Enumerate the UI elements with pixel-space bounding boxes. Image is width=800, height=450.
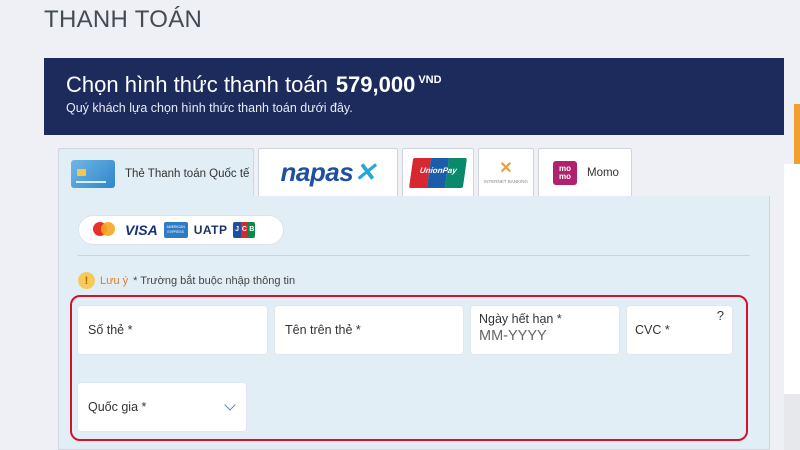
expiry-input[interactable]: [479, 328, 609, 344]
help-icon[interactable]: ?: [717, 308, 724, 323]
expiry-label: Ngày hết hạn *: [479, 312, 562, 326]
internet-banking-logo: ✕ INTERNET BANKING: [484, 160, 528, 185]
unionpay-logo: UnionPay: [408, 157, 468, 188]
side-accent-bar: [794, 104, 800, 164]
tab-international-card-label: Thẻ Thanh toán Quốc tế: [125, 167, 250, 180]
tab-internet-banking[interactable]: ✕ INTERNET BANKING: [478, 148, 534, 196]
amex-logo: AMERICAN EXPRESS: [163, 222, 188, 238]
payment-currency: VND: [418, 74, 442, 86]
cvc-placeholder: CVC *: [635, 323, 670, 337]
payment-header-banner: Chọn hình thức thanh toán 579,000 VND Qu…: [44, 58, 784, 135]
warning-icon: !: [78, 272, 95, 289]
tab-unionpay[interactable]: UnionPay: [402, 148, 474, 196]
banner-subtitle: Quý khách lựa chọn hình thức thanh toán …: [66, 101, 353, 115]
card-name-placeholder: Tên trên thẻ *: [285, 323, 361, 337]
uatp-logo: UATP: [193, 223, 228, 237]
note-label: Lưu ý: [100, 274, 129, 287]
page-title: THANH TOÁN: [44, 6, 203, 33]
expiry-date-field[interactable]: Ngày hết hạn *: [471, 306, 619, 354]
card-name-field[interactable]: Tên trên thẻ *: [275, 306, 463, 354]
tab-international-card[interactable]: Thẻ Thanh toán Quốc tế: [58, 148, 254, 198]
payment-method-tabs: Thẻ Thanh toán Quốc tế napas✕ UnionPay ✕…: [58, 148, 632, 198]
tab-napas[interactable]: napas✕: [258, 148, 398, 196]
napas-logo: napas✕: [280, 157, 376, 187]
jcb-logo: J C B: [233, 222, 256, 238]
tab-momo[interactable]: mo mo Momo: [538, 148, 632, 196]
accepted-card-brands: VISA AMERICAN EXPRESS UATP J C B: [79, 216, 283, 244]
cvc-field[interactable]: CVC * ?: [627, 306, 732, 354]
card-number-placeholder: Số thẻ *: [88, 323, 133, 337]
banner-title: Chọn hình thức thanh toán: [66, 72, 328, 97]
chevron-down-icon: [224, 399, 236, 411]
momo-logo: mo mo: [553, 160, 577, 185]
credit-card-icon: [71, 159, 115, 188]
country-placeholder: Quốc gia *: [88, 400, 147, 414]
side-panel-bottom: [784, 394, 800, 450]
payment-amount: 579,000: [335, 72, 416, 97]
visa-logo: VISA: [125, 222, 158, 238]
side-panel: [784, 164, 800, 394]
mastercard-logo: [93, 222, 117, 238]
tab-momo-label: Momo: [587, 166, 619, 179]
card-number-field[interactable]: Số thẻ *: [78, 306, 267, 354]
note-text: * Trường bắt buộc nhập thông tin: [133, 274, 296, 287]
section-divider: [78, 255, 750, 256]
side-panel-top: [784, 0, 800, 104]
country-select[interactable]: Quốc gia *: [78, 383, 246, 431]
required-note: ! Lưu ý * Trường bắt buộc nhập thông tin: [78, 272, 295, 289]
